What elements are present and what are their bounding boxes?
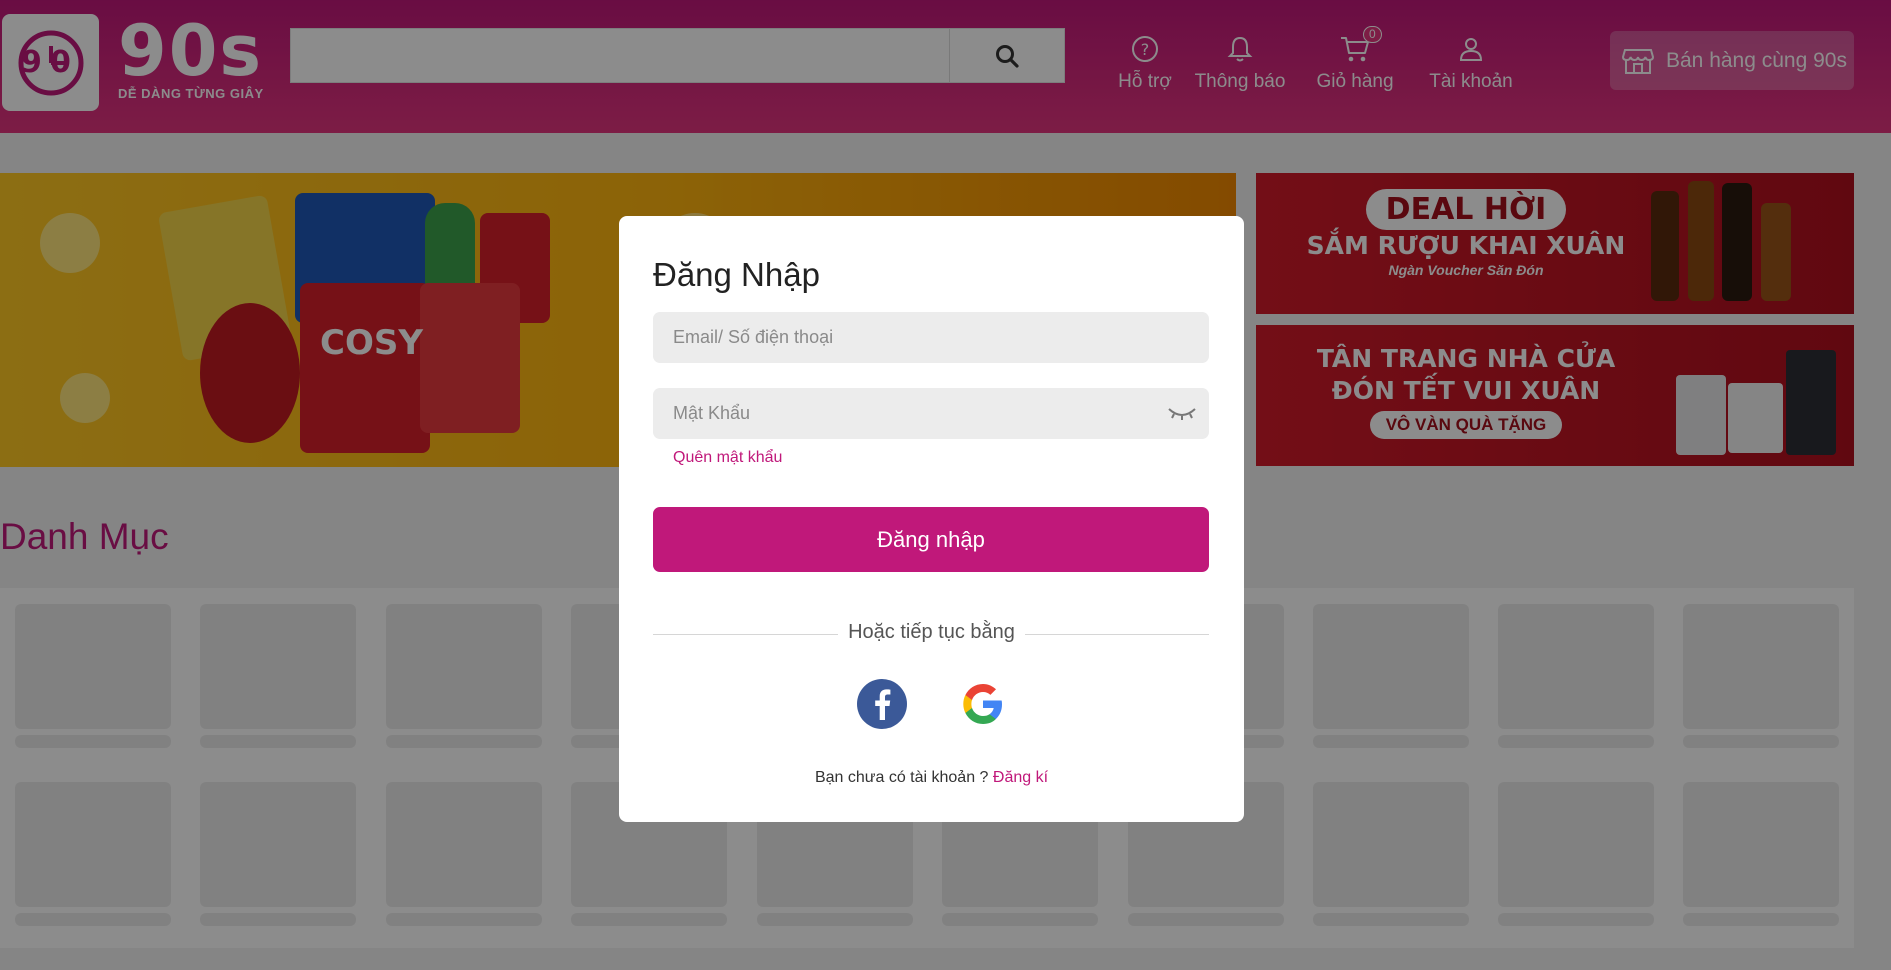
google-login-button[interactable] [957, 678, 1009, 730]
no-account-text: Bạn chưa có tài khoản ? [814, 769, 989, 786]
facebook-login-button[interactable] [856, 678, 908, 730]
password-field-wrapper [653, 388, 1209, 439]
email-field-wrapper [653, 312, 1209, 363]
login-button[interactable]: Đăng nhập [653, 507, 1209, 572]
password-input[interactable] [653, 388, 1209, 439]
forgot-password-link[interactable]: Quên mật khẩu [673, 449, 782, 467]
eye-closed-icon [1168, 408, 1196, 420]
toggle-password-visibility[interactable] [1167, 403, 1197, 428]
google-icon [963, 684, 1002, 724]
facebook-icon [857, 679, 907, 729]
or-continue-text: Hoặc tiếp tục bằng [619, 621, 1244, 644]
or-continue-label: Hoặc tiếp tục bằng [838, 621, 1025, 643]
email-input[interactable] [653, 312, 1209, 363]
signup-link[interactable]: Đăng kí [993, 769, 1048, 786]
signup-prompt: Bạn chưa có tài khoản ? Đăng kí [619, 769, 1244, 787]
login-modal: Đăng Nhập Quên mật khẩu Đăng nhập Hoặc t… [619, 216, 1244, 822]
login-title: Đăng Nhập [653, 256, 820, 293]
